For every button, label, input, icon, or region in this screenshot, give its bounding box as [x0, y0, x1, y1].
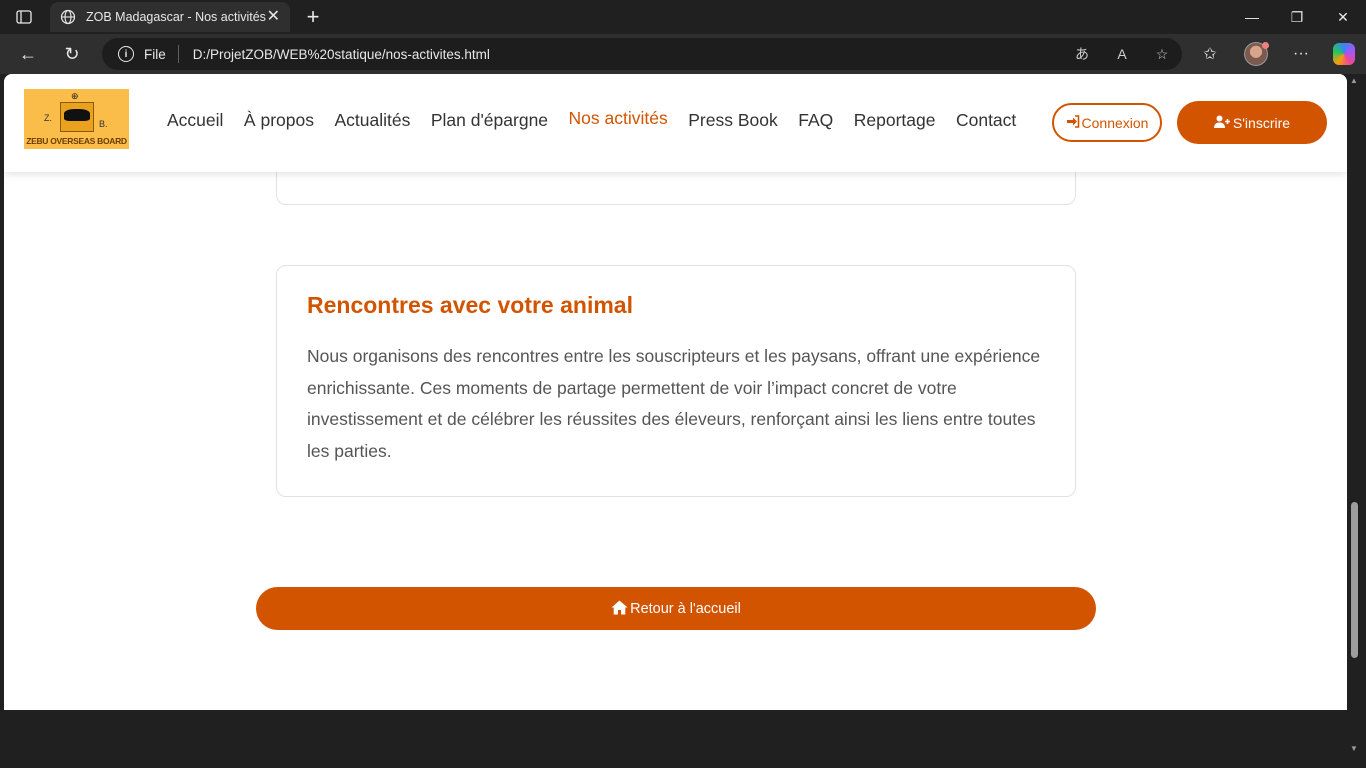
nav-contact[interactable]: Contact — [956, 110, 1016, 131]
tab-title: ZOB Madagascar - Nos activités — [86, 10, 266, 24]
zebu-icon — [64, 109, 90, 121]
refresh-icon[interactable]: ↻ — [57, 40, 87, 68]
copilot-icon[interactable] — [1333, 43, 1355, 65]
main-nav: Accueil À propos Actualités Plan d'éparg… — [167, 108, 1037, 131]
activity-card: Rencontres avec votre animal Nous organi… — [276, 265, 1076, 497]
login-button[interactable]: Connexion — [1052, 103, 1162, 142]
login-label: Connexion — [1081, 114, 1149, 131]
activity-title: Rencontres avec votre animal — [307, 292, 633, 318]
logo-letter-right: B. — [99, 119, 108, 129]
signup-label: S'inscrire — [1232, 114, 1291, 131]
url-divider — [177, 45, 179, 63]
scroll-up-icon[interactable]: ▲ — [1350, 76, 1358, 85]
tab-actions-icon[interactable] — [10, 6, 38, 28]
browser-tab-bar: ZOB Madagascar - Nos activités ✕ + — ❐ ✕ — [0, 0, 1366, 34]
home-icon — [611, 600, 628, 618]
nav-accueil[interactable]: Accueil — [167, 110, 223, 131]
favorites-icon[interactable]: ✩ — [1195, 40, 1225, 68]
close-tab-icon[interactable]: ✕ — [267, 9, 280, 25]
restore-icon[interactable]: ❐ — [1274, 0, 1320, 34]
address-bar-row: ← ↻ i File D:/ProjetZOB/WEB%20statique/n… — [0, 34, 1366, 74]
read-aloud-icon[interactable]: A — [1102, 46, 1142, 62]
nav-faq[interactable]: FAQ — [798, 110, 833, 131]
user-plus-icon — [1213, 115, 1231, 131]
more-options-icon[interactable]: ··· — [1286, 40, 1316, 68]
page-viewport: ⊕ Z. B. ZEBU OVERSEAS BOARD Accueil À pr… — [4, 74, 1347, 710]
close-window-icon[interactable]: ✕ — [1320, 0, 1366, 34]
signup-button[interactable]: S'inscrire — [1177, 101, 1327, 144]
logo-letter-left: Z. — [44, 113, 52, 123]
favorite-star-icon[interactable]: ☆ — [1142, 46, 1182, 63]
active-tab[interactable]: ZOB Madagascar - Nos activités ✕ — [50, 2, 290, 32]
back-home-button[interactable]: Retour à l'accueil — [256, 587, 1096, 630]
minimize-icon[interactable]: — — [1229, 0, 1275, 34]
window-bottom-area — [4, 710, 1347, 764]
url-text[interactable]: D:/ProjetZOB/WEB%20statique/nos-activite… — [193, 47, 1062, 62]
back-home-label: Retour à l'accueil — [630, 600, 741, 617]
scrollbar-track[interactable] — [1347, 74, 1362, 764]
globe-icon — [60, 9, 76, 25]
sign-in-icon — [1066, 114, 1080, 131]
site-logo[interactable]: ⊕ Z. B. ZEBU OVERSEAS BOARD — [24, 89, 129, 149]
back-icon[interactable]: ← — [13, 40, 43, 68]
activity-description: Nous organisons des rencontres entre les… — [307, 346, 1041, 461]
nav-a-propos[interactable]: À propos — [244, 110, 314, 131]
nav-actualites[interactable]: Actualités — [334, 110, 410, 131]
profile-notification-dot — [1262, 42, 1269, 49]
file-label: File — [144, 46, 166, 62]
translate-icon[interactable]: あ — [1062, 44, 1102, 64]
logo-emblem-icon: ⊕ — [71, 91, 79, 101]
scroll-down-icon[interactable]: ▼ — [1350, 744, 1358, 753]
nav-plan-epargne[interactable]: Plan d'épargne — [431, 110, 548, 131]
info-icon[interactable]: i — [118, 46, 134, 62]
nav-reportage[interactable]: Reportage — [854, 110, 936, 131]
site-header: ⊕ Z. B. ZEBU OVERSEAS BOARD Accueil À pr… — [4, 74, 1347, 172]
url-bar[interactable]: i File D:/ProjetZOB/WEB%20statique/nos-a… — [102, 38, 1182, 70]
scrollbar-thumb[interactable] — [1351, 502, 1358, 658]
logo-text: ZEBU OVERSEAS BOARD — [26, 136, 127, 146]
new-tab-icon[interactable]: + — [300, 4, 326, 30]
nav-press-book[interactable]: Press Book — [688, 110, 777, 131]
nav-nos-activites[interactable]: Nos activités — [569, 108, 668, 129]
